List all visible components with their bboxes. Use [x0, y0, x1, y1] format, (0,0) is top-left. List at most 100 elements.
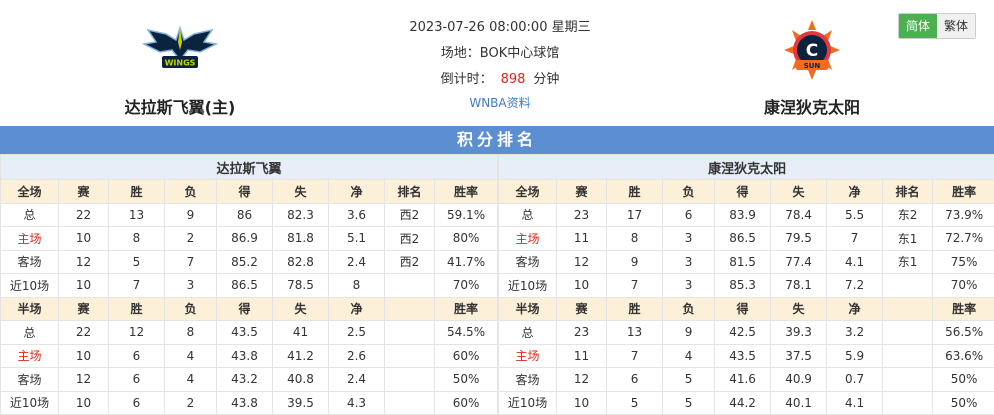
table-cell: 4 [164, 367, 217, 392]
column-header: 胜率 [932, 296, 994, 321]
table-cell: 5 [108, 249, 165, 274]
table-row: 客场 12 6 4 43.2 40.8 2.4 50% [0, 367, 499, 392]
table-cell [384, 367, 435, 392]
table-row: 近10场 10 5 5 44.2 40.1 4.1 50% [498, 390, 994, 415]
table-cell: 70% [433, 273, 499, 298]
table-cell: 东2 [882, 202, 934, 227]
table-row: 客场 12 6 5 41.6 40.9 0.7 50% [498, 367, 994, 392]
column-header: 净 [328, 179, 385, 204]
table-cell: 43.8 [216, 343, 273, 368]
table-cell: 7 [108, 273, 165, 298]
column-header: 胜 [108, 179, 165, 204]
simplified-chinese-button[interactable]: 简体 [899, 14, 937, 38]
table-cell: 7 [826, 226, 884, 251]
column-header: 胜 [606, 296, 664, 321]
away-team-name[interactable]: 康涅狄克太阳 [692, 94, 932, 118]
table-cell [384, 343, 435, 368]
table-row: 客场 12 5 7 85.2 82.8 2.4 西2 41.7% [0, 249, 499, 274]
table-cell: 9 [606, 249, 664, 274]
table-cell: 8 [164, 320, 217, 345]
table-cell: 10 [58, 390, 109, 415]
column-header: 赛 [58, 179, 109, 204]
column-header: 全场 [0, 179, 59, 204]
table-cell [882, 367, 934, 392]
table-header-row: 全场赛胜负得失净排名 胜率 [0, 179, 499, 204]
column-header: 胜率 [932, 179, 994, 204]
table-cell: 8 [606, 226, 664, 251]
table-cell: 13 [108, 202, 165, 227]
table-cell: 63.6% [932, 343, 994, 368]
table-cell: 40.9 [770, 367, 828, 392]
match-info: 2023-07-26 08:00:00 星期三 场地：BOK中心球馆 倒计时： 8… [340, 0, 660, 126]
table-cell: 23 [556, 320, 608, 345]
sun-logo-icon: C SUN [784, 20, 840, 80]
column-header: 负 [164, 179, 217, 204]
table-cell: 10 [58, 343, 109, 368]
table-cell [384, 390, 435, 415]
column-header: 得 [216, 296, 273, 321]
table-cell: 8 [328, 273, 385, 298]
table-cell: 41 [272, 320, 329, 345]
table-cell: 12 [108, 320, 165, 345]
table-cell: 5 [606, 390, 664, 415]
table-cell: 东1 [882, 226, 934, 251]
row-label: 主场 [0, 343, 59, 368]
row-label: 客场 [0, 367, 59, 392]
row-label: 客场 [498, 249, 558, 274]
table-cell: 7 [606, 273, 664, 298]
league-info-link[interactable]: WNBA资料 [340, 94, 660, 111]
table-cell: 9 [662, 320, 716, 345]
table-cell: 3.6 [328, 202, 385, 227]
table-cell: 5 [662, 390, 716, 415]
table-cell: 6 [662, 202, 716, 227]
table-cell: 40.8 [272, 367, 329, 392]
column-header: 全场 [498, 179, 558, 204]
table-cell [882, 320, 934, 345]
table-cell: 2 [164, 226, 217, 251]
column-header [882, 296, 934, 321]
countdown-label: 倒计时： [440, 72, 493, 87]
table-cell: 2.4 [328, 249, 385, 274]
table-cell: 7 [606, 343, 664, 368]
away-standings-table: 康涅狄克太阳 全场赛胜负得失净排名 胜率总 23 17 6 83.9 78.4 5.5 东2 73.… [498, 154, 994, 415]
home-team-name[interactable]: 达拉斯飞翼(主) [60, 94, 300, 118]
table-cell: 6 [108, 367, 165, 392]
traditional-chinese-button[interactable]: 繁体 [937, 14, 975, 38]
table-cell: 4.3 [328, 390, 385, 415]
table-cell: 12 [58, 367, 109, 392]
row-label: 近10场 [498, 390, 558, 415]
column-header: 胜率 [433, 296, 499, 321]
table-cell: 86 [216, 202, 273, 227]
home-team-block[interactable]: WINGS 达拉斯飞翼(主) [60, 0, 300, 126]
table-cell: 4 [662, 343, 716, 368]
row-label: 总 [0, 320, 59, 345]
language-switch: 简体 繁体 [898, 13, 976, 39]
table-cell: 75% [932, 249, 994, 274]
section-title: 积分排名 [0, 126, 994, 154]
table-cell: 44.2 [714, 390, 772, 415]
column-header: 得 [714, 179, 772, 204]
table-cell: 78.5 [272, 273, 329, 298]
table-cell: 3.2 [826, 320, 884, 345]
table-cell: 3 [662, 226, 716, 251]
table-cell: 12 [556, 249, 608, 274]
table-cell [882, 343, 934, 368]
away-team-block[interactable]: C SUN 康涅狄克太阳 [692, 0, 932, 126]
table-cell: 72.7% [932, 226, 994, 251]
column-header: 排名 [882, 179, 934, 204]
table-cell: 85.2 [216, 249, 273, 274]
away-logo-text: SUN [804, 62, 821, 70]
table-cell: 22 [58, 202, 109, 227]
row-label: 总 [498, 202, 558, 227]
table-cell: 59.1% [433, 202, 499, 227]
table-cell: 9 [164, 202, 217, 227]
table-cell: 11 [556, 226, 608, 251]
table-cell: 86.5 [714, 226, 772, 251]
table-cell [882, 273, 934, 298]
column-header: 净 [826, 296, 884, 321]
row-label: 主场 [0, 226, 59, 251]
column-header: 半场 [0, 296, 59, 321]
table-cell: 83.9 [714, 202, 772, 227]
table-cell: 3 [662, 273, 716, 298]
column-header: 胜 [108, 296, 165, 321]
